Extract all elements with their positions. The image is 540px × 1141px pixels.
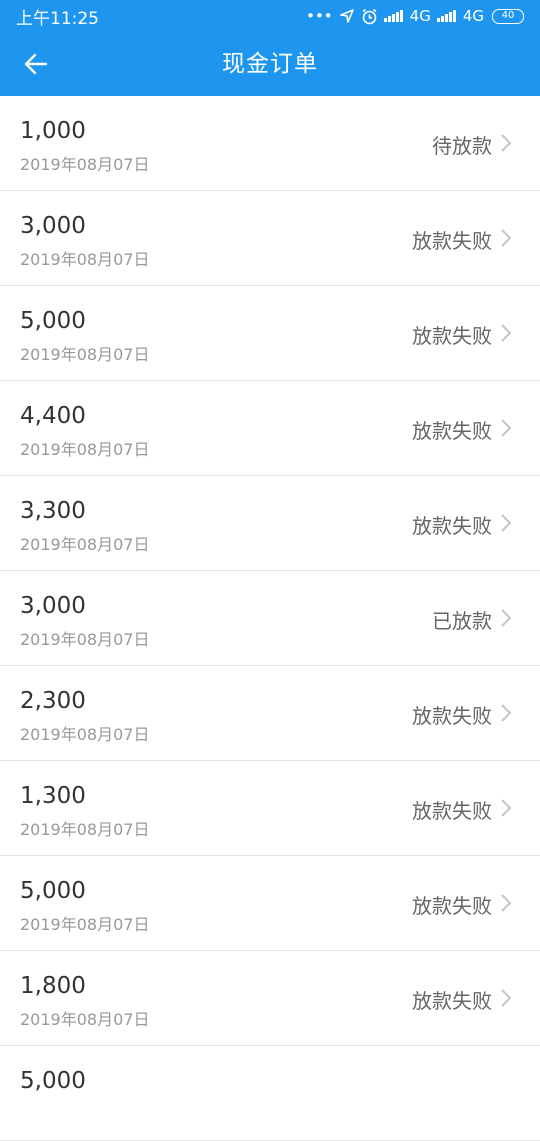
status-icons: ••• 4G 4G 40 [306,7,524,25]
order-status: 放款失败 [412,229,492,253]
order-row[interactable]: 5,000 [0,1046,540,1141]
network-type-2: 4G [462,7,484,25]
app-bar: 现金订单 [0,32,540,96]
chevron-right-icon [501,514,512,532]
order-status: 待放款 [432,134,492,158]
order-status: 放款失败 [412,799,492,823]
chevron-right-icon [501,704,512,722]
alarm-icon [362,8,377,24]
order-date: 2019年08月07日 [20,820,150,839]
order-amount: 1,300 [20,783,86,809]
order-date: 2019年08月07日 [20,630,150,649]
signal-icon [436,10,457,22]
order-row[interactable]: 2,300 2019年08月07日 放款失败 [0,666,540,761]
network-type-1: 4G [409,7,431,25]
order-date: 2019年08月07日 [20,250,150,269]
order-status: 放款失败 [412,704,492,728]
chevron-right-icon [501,894,512,912]
order-row[interactable]: 1,800 2019年08月07日 放款失败 [0,951,540,1046]
order-amount: 5,000 [20,308,86,334]
order-row[interactable]: 3,000 2019年08月07日 已放款 [0,571,540,666]
signal-icon [383,10,404,22]
status-time: 上午11:25 [16,8,99,29]
order-row[interactable]: 4,400 2019年08月07日 放款失败 [0,381,540,476]
chevron-right-icon [501,419,512,437]
order-amount: 5,000 [20,1068,86,1094]
order-row[interactable]: 5,000 2019年08月07日 放款失败 [0,856,540,951]
order-row[interactable]: 5,000 2019年08月07日 放款失败 [0,286,540,381]
location-arrow-icon [339,9,354,23]
order-date: 2019年08月07日 [20,345,150,364]
battery-icon: 40 [492,8,524,24]
page-title: 现金订单 [222,51,318,77]
order-list: 1,000 2019年08月07日 待放款 3,000 2019年08月07日 … [0,96,540,1141]
order-status: 放款失败 [412,514,492,538]
order-date: 2019年08月07日 [20,535,150,554]
order-row[interactable]: 3,000 2019年08月07日 放款失败 [0,191,540,286]
chevron-right-icon [501,229,512,247]
order-date: 2019年08月07日 [20,155,150,174]
order-date: 2019年08月07日 [20,440,150,459]
order-row[interactable]: 3,300 2019年08月07日 放款失败 [0,476,540,571]
order-amount: 1,000 [20,118,86,144]
chevron-right-icon [501,609,512,627]
order-amount: 4,400 [20,403,86,429]
order-row[interactable]: 1,300 2019年08月07日 放款失败 [0,761,540,856]
order-status: 已放款 [432,609,492,633]
order-status: 放款失败 [412,894,492,918]
chevron-right-icon [501,134,512,152]
order-amount: 1,800 [20,973,86,999]
order-date: 2019年08月07日 [20,1010,150,1029]
order-amount: 3,300 [20,498,86,524]
order-amount: 3,000 [20,593,86,619]
order-date: 2019年08月07日 [20,915,150,934]
more-dots: ••• [306,7,333,25]
order-status: 放款失败 [412,989,492,1013]
chevron-right-icon [501,324,512,342]
order-status: 放款失败 [412,324,492,348]
chevron-right-icon [501,989,512,1007]
order-amount: 3,000 [20,213,86,239]
chevron-right-icon [501,799,512,817]
order-row[interactable]: 1,000 2019年08月07日 待放款 [0,96,540,191]
order-status: 放款失败 [412,419,492,443]
status-bar: 上午11:25 ••• 4G 4G 40 [0,0,540,32]
order-amount: 5,000 [20,878,86,904]
order-date: 2019年08月07日 [20,725,150,744]
order-amount: 2,300 [20,688,86,714]
